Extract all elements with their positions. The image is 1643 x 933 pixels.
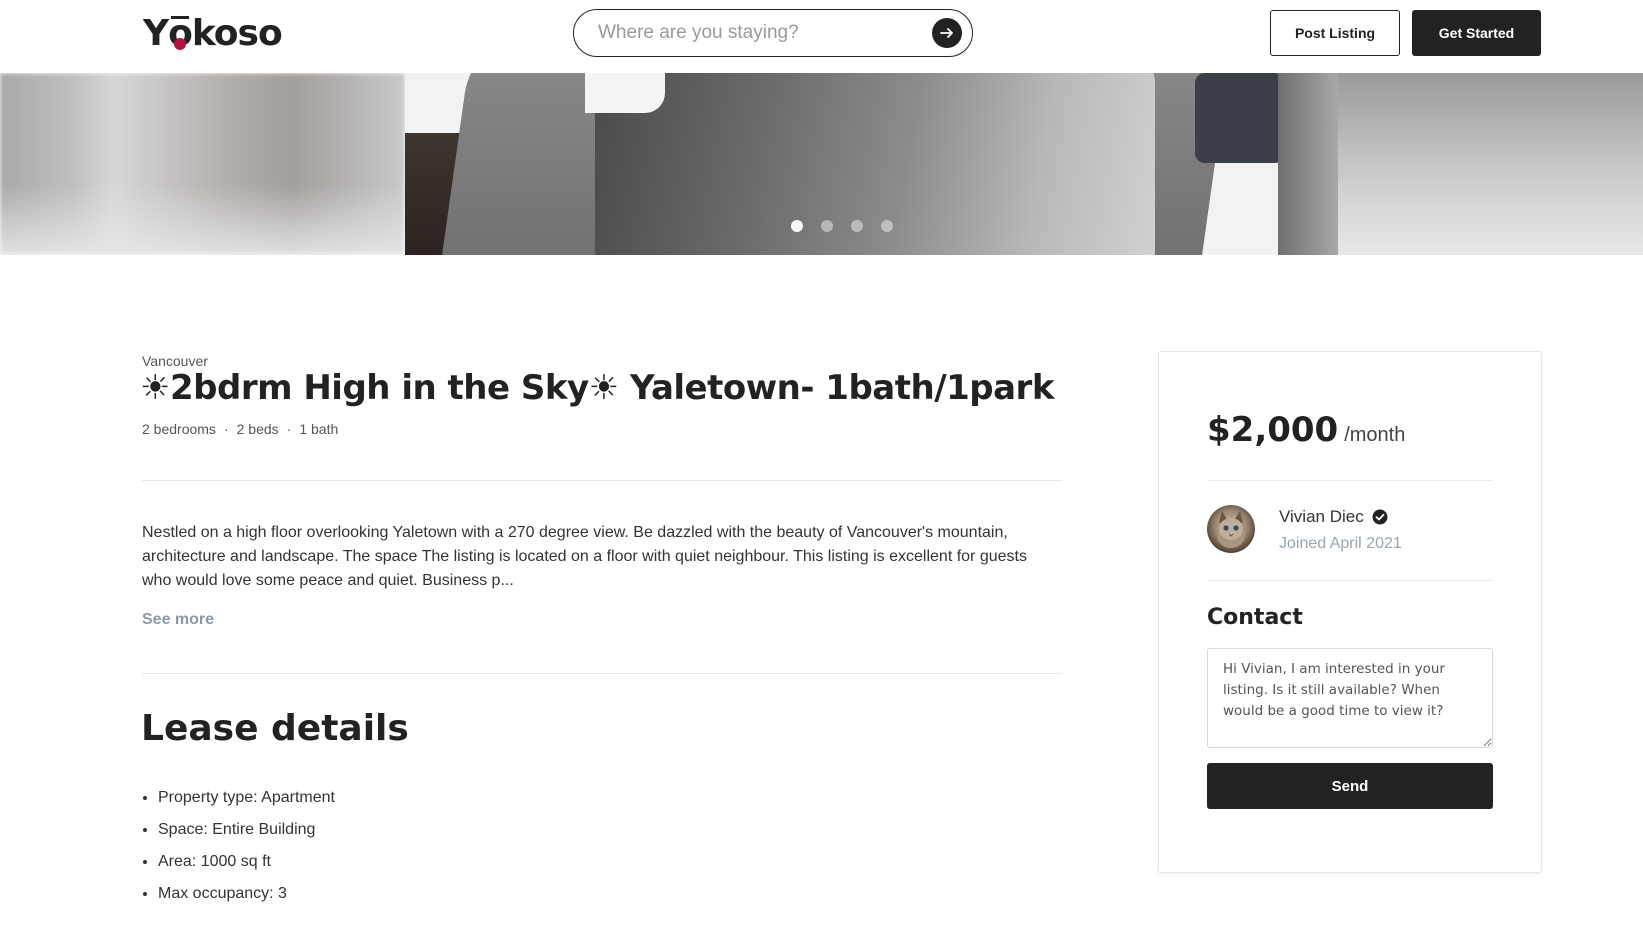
bedrooms-count: 2 bedrooms: [142, 421, 216, 437]
logo-mark: o: [168, 13, 193, 54]
top-nav: Yokoso Post Listing Get Started: [0, 0, 1643, 73]
lease-item: Property type: Apartment: [158, 785, 335, 817]
logo[interactable]: Yo koso: [143, 12, 283, 56]
listing-description: Nestled on a high floor overlooking Yale…: [142, 524, 1027, 589]
search-bar: [573, 9, 973, 57]
cat-photo-icon: [1217, 511, 1245, 548]
search-submit-button[interactable]: [932, 18, 962, 48]
lease-item: Area: 1000 sq ft: [158, 849, 335, 881]
carousel-dot[interactable]: [881, 220, 893, 232]
arrow-right-icon: [940, 28, 953, 38]
price-amount: $2,000: [1207, 410, 1339, 450]
lease-item: Max occupancy: 3: [158, 881, 335, 913]
host-name[interactable]: Vivian Diec: [1279, 507, 1388, 527]
lease-details-heading: Lease details: [141, 708, 409, 749]
listing-meta: 2 bedrooms · 2 beds · 1 bath: [142, 421, 339, 437]
see-more-link[interactable]: See more: [142, 611, 214, 629]
divider: [1207, 580, 1493, 581]
carousel-dot[interactable]: [851, 220, 863, 232]
listing-city: Vancouver: [142, 353, 208, 369]
lease-details-list: Property type: Apartment Space: Entire B…: [142, 785, 335, 913]
verified-badge-icon: [1372, 509, 1388, 525]
price-period: /month: [1344, 424, 1406, 446]
divider: [142, 480, 1062, 481]
divider: [142, 673, 1062, 674]
send-button[interactable]: Send: [1207, 763, 1493, 809]
host-avatar[interactable]: [1207, 505, 1255, 553]
logo-text-suffix: koso: [191, 13, 283, 54]
get-started-button[interactable]: Get Started: [1412, 10, 1541, 56]
search-input[interactable]: [596, 18, 916, 48]
carousel-dot[interactable]: [821, 220, 833, 232]
lease-item: Space: Entire Building: [158, 817, 335, 849]
contact-card: $2,000/month Vivian Diec Joined April 20…: [1158, 351, 1542, 873]
next-photo-preview[interactable]: [1278, 73, 1643, 255]
logo-text-prefix: Y: [143, 13, 169, 54]
beds-count: 2 beds: [236, 421, 279, 437]
baths-count: 1 bath: [299, 421, 339, 437]
post-listing-button[interactable]: Post Listing: [1270, 10, 1400, 56]
carousel-indicators: [791, 220, 893, 232]
divider: [1207, 480, 1493, 481]
listing-title: ☀2bdrm High in the Sky☀ Yaletown- 1bath/…: [140, 368, 1054, 408]
price: $2,000/month: [1207, 410, 1405, 450]
host-joined-date: Joined April 2021: [1279, 535, 1402, 552]
contact-heading: Contact: [1207, 605, 1303, 630]
carousel-dot[interactable]: [791, 220, 803, 232]
message-textarea[interactable]: Hi Vivian, I am interested in your listi…: [1207, 648, 1493, 748]
previous-photo-preview[interactable]: [0, 73, 405, 255]
